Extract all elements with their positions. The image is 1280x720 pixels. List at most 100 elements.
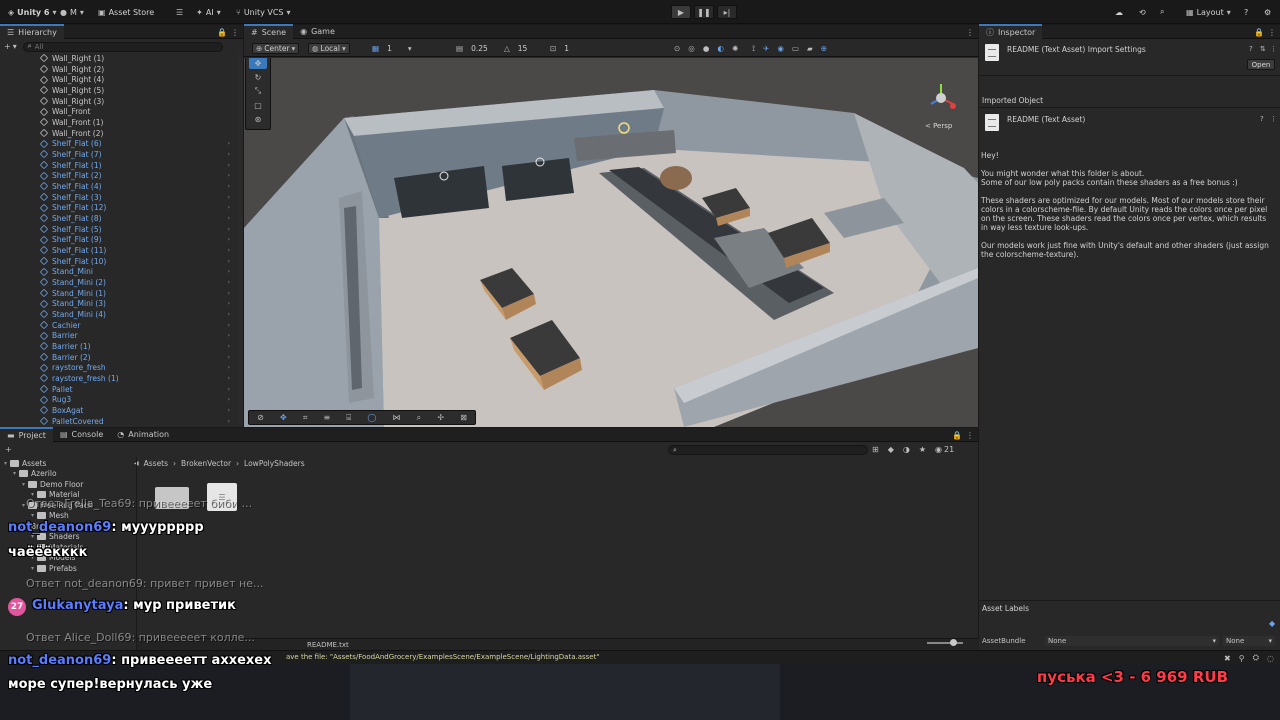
expand-arrow-icon[interactable]: › xyxy=(228,311,230,318)
hierarchy-item[interactable]: Barrier (1) › xyxy=(0,341,236,352)
status-message[interactable]: ave the file: "Assets/FoodAndGrocery/Exa… xyxy=(286,653,600,661)
audio-icon[interactable]: ⟟ xyxy=(752,44,755,54)
expand-arrow-icon[interactable]: ▾ xyxy=(13,470,16,477)
hierarchy-item[interactable]: Shelf_Flat (12) › xyxy=(0,202,236,213)
rotation-snap-control[interactable]: △ 15 xyxy=(504,43,527,54)
hierarchy-item[interactable]: Wall_Right (2) xyxy=(0,64,236,75)
filter-type-icon[interactable]: ⊞ xyxy=(872,445,879,454)
zoom-slider-thumb[interactable] xyxy=(950,639,957,646)
orientation-icon[interactable]: ⊙ xyxy=(674,44,680,53)
increment-snap-control[interactable]: ▤ 0.25 xyxy=(456,43,488,54)
tab-hierarchy[interactable]: ☰ Hierarchy xyxy=(0,24,64,39)
expand-arrow-icon[interactable]: ▾ xyxy=(31,544,34,551)
hierarchy-item[interactable]: Shelf_Flat (4) › xyxy=(0,181,236,192)
tool-scale[interactable]: ⤡ xyxy=(249,85,267,97)
expand-arrow-icon[interactable]: › xyxy=(228,236,230,243)
hierarchy-item[interactable]: Wall_Front (2) xyxy=(0,128,236,139)
layout-dropdown[interactable]: ▦ Layout ▾ xyxy=(1186,5,1231,19)
hierarchy-item[interactable]: Rug3 › xyxy=(0,394,236,405)
hierarchy-item[interactable]: Wall_Right (5) xyxy=(0,85,236,96)
folder-tree-item[interactable]: ▾ Models xyxy=(31,553,75,564)
circle-tool-icon[interactable]: ◯ xyxy=(367,413,376,422)
hierarchy-item[interactable]: Shelf_Flat (10) › xyxy=(0,256,236,267)
effects-icon[interactable]: ✈ xyxy=(763,44,769,53)
folder-tree-item[interactable]: ▾ Shaders xyxy=(31,532,80,543)
expand-arrow-icon[interactable]: ▾ xyxy=(31,565,34,572)
snap-tool-icon[interactable]: ⊘ xyxy=(257,413,264,422)
kebab-menu-icon[interactable]: ⋮ xyxy=(966,28,974,37)
kebab-menu-icon[interactable]: ⋮ xyxy=(1270,115,1277,123)
hierarchy-item[interactable]: Shelf_Flat (9) › xyxy=(0,234,236,245)
folder-tree-item[interactable]: ▾ BrokenVector xyxy=(13,521,81,532)
tab-scene[interactable]: # Scene xyxy=(244,24,294,39)
pan-tool-icon[interactable]: ✢ xyxy=(437,413,444,422)
scene-viewport[interactable]: < Persp ✋ ✥ ↻ ⤡ ▢ ⊛ ⊘ ✥ ⌗ ≡ ⌸ ◯ ⋈ ⌕ ✢ ⊠ xyxy=(244,58,978,427)
debug-icon[interactable]: ✖ xyxy=(1224,654,1231,663)
hierarchy-item[interactable]: Shelf_Flat (8) › xyxy=(0,213,236,224)
shading-active-icon[interactable]: ◐ xyxy=(717,44,724,53)
zoom-tool-icon[interactable]: ⌕ xyxy=(417,413,421,423)
folder-tree-item[interactable]: ▾ Azerilo xyxy=(13,469,57,480)
tab-project[interactable]: ▬ Project xyxy=(0,427,53,442)
folder-tree-item[interactable]: ▾ Material xyxy=(31,490,79,501)
expand-arrow-icon[interactable]: ▾ xyxy=(13,523,16,530)
expand-arrow-icon[interactable]: › xyxy=(228,322,230,329)
hierarchy-item[interactable]: Wall_Right (4) xyxy=(0,74,236,85)
hierarchy-item[interactable]: raystore_fresh › xyxy=(0,362,236,373)
move-axis-icon[interactable]: ✥ xyxy=(280,413,287,422)
expand-arrow-icon[interactable]: › xyxy=(228,172,230,179)
expand-arrow-icon[interactable]: › xyxy=(228,258,230,265)
tasks-icon[interactable]: ⛭ xyxy=(1253,653,1259,663)
expand-arrow-icon[interactable]: › xyxy=(228,290,230,297)
expand-arrow-icon[interactable]: › xyxy=(228,375,230,382)
path-tool-icon[interactable]: ⋈ xyxy=(393,413,401,422)
history-icon[interactable]: ⟲ xyxy=(1139,5,1146,19)
frame-tool-icon[interactable]: ⊠ xyxy=(460,413,467,422)
shading-shaded-icon[interactable]: ● xyxy=(703,44,710,53)
tab-inspector[interactable]: ⓘ Inspector xyxy=(979,24,1043,39)
tool-rect[interactable]: ▢ xyxy=(249,99,267,111)
gizmos-icon[interactable]: ▰ xyxy=(807,44,813,53)
hierarchy-item[interactable]: BoxAgat › xyxy=(0,405,236,416)
search-icon[interactable]: ⌕ xyxy=(1160,5,1164,19)
hierarchy-item[interactable]: Stand_Mini (1) › xyxy=(0,288,236,299)
expand-arrow-icon[interactable]: › xyxy=(228,226,230,233)
account-button[interactable]: ◈ Unity 6 ▾ xyxy=(8,5,57,19)
tab-game[interactable]: ◉ Game xyxy=(293,25,342,39)
shading-wireframe-icon[interactable]: ◎ xyxy=(688,44,695,53)
spinner-icon[interactable]: ◌ xyxy=(1267,654,1274,663)
kebab-menu-icon[interactable]: ⋮ xyxy=(1270,45,1277,53)
tool-rotate[interactable]: ↻ xyxy=(249,71,267,83)
expand-arrow-icon[interactable]: › xyxy=(228,194,230,201)
expand-arrow-icon[interactable]: ▾ xyxy=(4,460,7,467)
tool-move[interactable]: ✥ xyxy=(249,58,267,69)
hierarchy-item[interactable]: Shelf_Flat (6) › xyxy=(0,138,236,149)
expand-arrow-icon[interactable]: › xyxy=(228,279,230,286)
expand-arrow-icon[interactable]: › xyxy=(228,140,230,147)
hierarchy-item[interactable]: Barrier (2) › xyxy=(0,352,236,363)
hierarchy-item[interactable]: Wall_Front xyxy=(0,106,236,117)
hierarchy-item[interactable]: Shelf_Flat (1) › xyxy=(0,160,236,171)
expand-arrow-icon[interactable]: › xyxy=(228,151,230,158)
cloud-icon[interactable]: ☁ xyxy=(1115,5,1123,19)
tab-console[interactable]: ▤ Console xyxy=(53,428,110,442)
folder-tree-item[interactable]: ▾ Mesh xyxy=(31,511,69,522)
preset-icon[interactable]: ⇅ xyxy=(1260,45,1266,53)
kebab-menu-icon[interactable]: ⋮ xyxy=(1268,28,1276,37)
expand-arrow-icon[interactable]: › xyxy=(228,396,230,403)
filter-log-icon[interactable]: ◑ xyxy=(903,445,910,454)
hierarchy-item[interactable]: Barrier › xyxy=(0,330,236,341)
project-search-input[interactable]: ⌕ xyxy=(668,445,868,455)
expand-arrow-icon[interactable]: ▾ xyxy=(31,491,34,498)
play-button[interactable]: ▶ xyxy=(671,5,691,19)
expand-arrow-icon[interactable]: › xyxy=(228,386,230,393)
probuilder-icon[interactable]: ⌗ xyxy=(303,413,308,423)
hierarchy-item[interactable]: Stand_Mini › xyxy=(0,266,236,277)
hierarchy-item[interactable]: Shelf_Flat (11) › xyxy=(0,245,236,256)
expand-arrow-icon[interactable]: › xyxy=(228,183,230,190)
folder-tree-item[interactable]: ▾ Assets xyxy=(4,458,46,469)
expand-arrow-icon[interactable]: ▾ xyxy=(31,512,34,519)
expand-arrow-icon[interactable]: ▾ xyxy=(31,554,34,561)
folder-asset-tile[interactable] xyxy=(155,487,189,509)
lock-icon[interactable]: 🔒 xyxy=(952,431,962,440)
